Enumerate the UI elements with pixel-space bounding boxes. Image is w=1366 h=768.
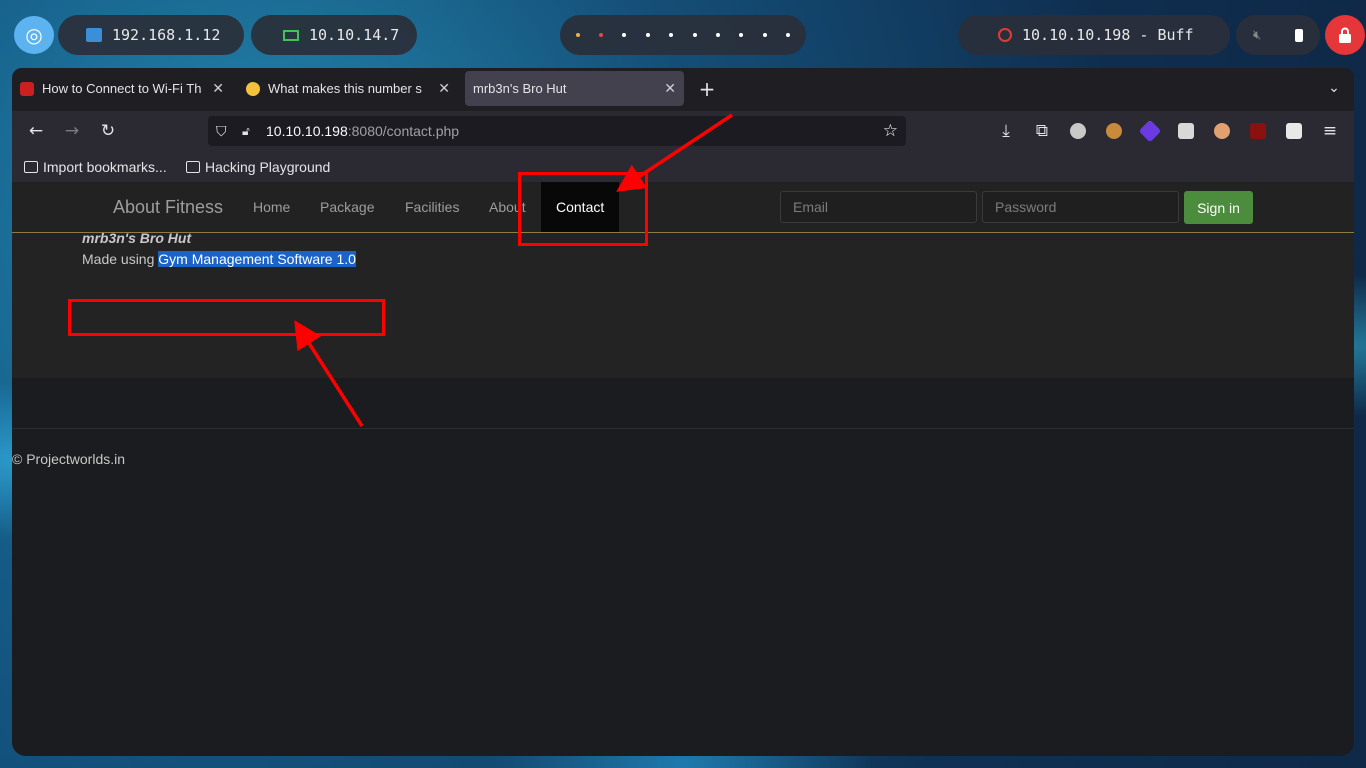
annotation-arrows [294,113,733,427]
annotation-arrow [616,113,733,192]
annotation-arrow [294,320,364,427]
